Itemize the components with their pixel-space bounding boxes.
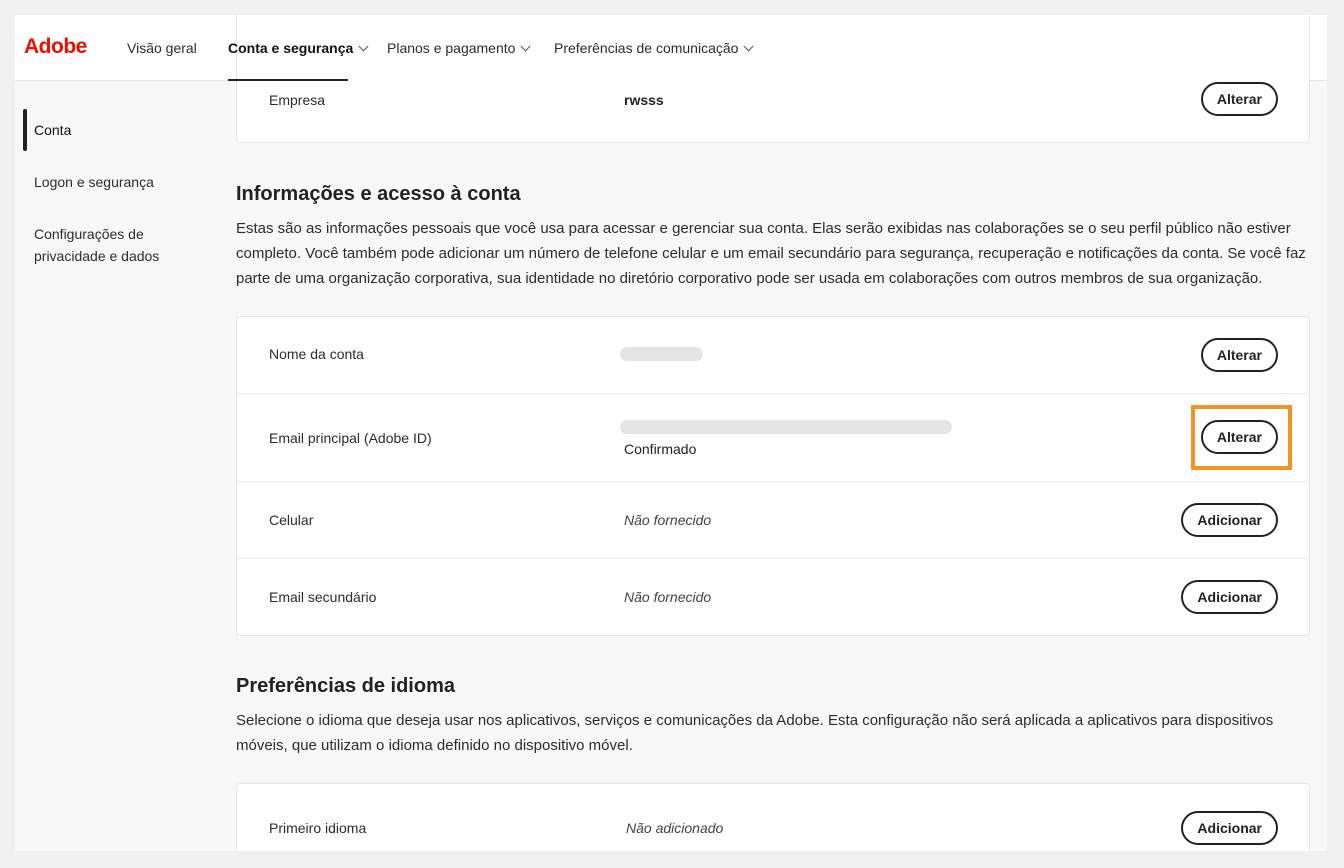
sidebar-item-privacy[interactable]: Configurações de privacidade e dados [34, 223, 209, 267]
table-row: Email secundário Não fornecido Adicionar [237, 559, 1309, 635]
account-info-card: Nome da conta Alterar Email principal (A… [236, 316, 1310, 636]
row-label: Celular [269, 512, 314, 528]
language-section-title: Preferências de idioma [236, 675, 455, 697]
sidebar-item-account[interactable]: Conta [34, 119, 214, 141]
row-value: Não fornecido [624, 512, 712, 528]
language-card: Primeiro idioma Não adicionado Adicionar [236, 783, 1310, 851]
email-status: Confirmado [624, 441, 697, 457]
table-row: Primeiro idioma Não adicionado Adicionar [237, 784, 1309, 851]
page: Adobe Visão geral Conta e segurança Plan… [15, 15, 1327, 851]
table-row: Email principal (Adobe ID) Confirmado Al… [237, 394, 1309, 482]
row-label: Email principal (Adobe ID) [269, 430, 432, 446]
language-section-description: Selecione o idioma que deseja usar nos a… [236, 712, 1274, 754]
active-indicator [23, 109, 27, 151]
nav-overview[interactable]: Visão geral [127, 15, 197, 81]
add-phone-button[interactable]: Adicionar [1181, 503, 1278, 537]
company-value: rwsss [624, 92, 664, 108]
row-value: Não adicionado [626, 820, 724, 836]
adobe-logo[interactable]: Adobe [24, 35, 87, 59]
redacted-email [620, 420, 952, 434]
add-secondary-email-button[interactable]: Adicionar [1181, 580, 1278, 614]
account-section-description: Estas são as informações pessoais que vo… [236, 220, 1306, 287]
nav-plans-payment[interactable]: Planos e pagamento [387, 15, 531, 81]
table-row: Celular Não fornecido Adicionar [237, 482, 1309, 559]
sidebar-item-login-security[interactable]: Logon e segurança [34, 171, 214, 193]
table-row: Nome da conta Alterar [237, 317, 1309, 394]
redacted-name [620, 347, 703, 361]
highlight-box [1191, 405, 1292, 470]
company-label: Empresa [269, 92, 326, 108]
nav-account-security[interactable]: Conta e segurança [228, 15, 369, 81]
row-value: Não fornecido [624, 589, 712, 605]
row-label: Primeiro idioma [269, 820, 367, 836]
row-label: Email secundário [269, 589, 377, 605]
account-section-title: Informações e acesso à conta [236, 183, 521, 205]
add-language-button[interactable]: Adicionar [1181, 811, 1278, 845]
nav-communication-prefs[interactable]: Preferências de comunicação [554, 15, 754, 81]
change-company-button[interactable]: Alterar [1200, 82, 1278, 116]
change-name-button[interactable]: Alterar [1200, 338, 1278, 372]
row-label: Nome da conta [269, 346, 364, 362]
